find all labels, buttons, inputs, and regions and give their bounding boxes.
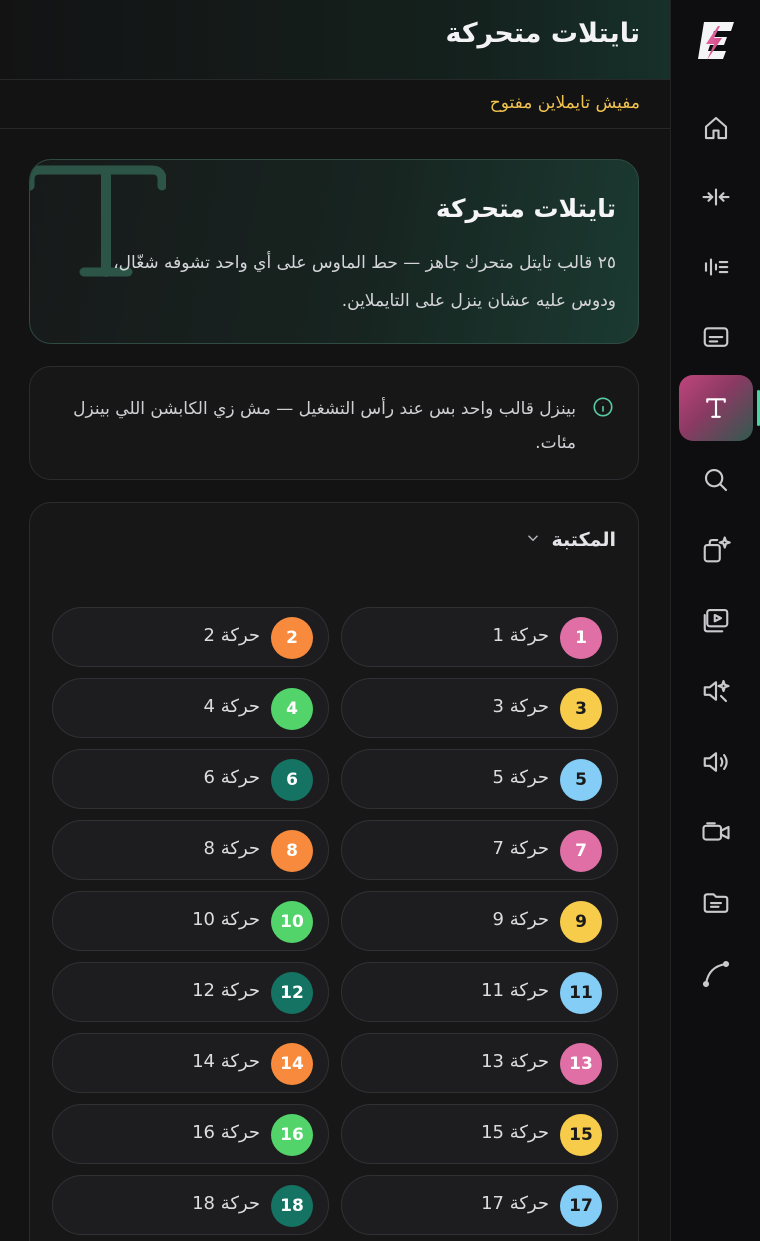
media-library-icon [703,608,729,633]
animation-item[interactable]: 18 حركة 18 [52,1175,329,1235]
animation-label: حركة 17 [481,1193,549,1214]
animation-item[interactable]: 15 حركة 15 [341,1104,618,1164]
library-section: المكتبة 1 حركة 1 2 حركة 2 3 حركة 3 4 حركة 4 5 حرك… [29,502,639,1241]
animation-number-badge: 14 [271,1043,313,1085]
page-title: تايتلات متحركة [445,18,640,49]
effects-button[interactable] [679,517,753,583]
app-logo [696,18,736,62]
chevron-down-icon [524,529,542,551]
header: تايتلات متحركة [0,0,670,80]
animation-item[interactable]: 14 حركة 14 [52,1033,329,1093]
animation-label: حركة 15 [481,1122,549,1143]
animation-number-badge: 10 [271,901,313,943]
animation-item[interactable]: 8 حركة 8 [52,820,329,880]
split-icon [702,188,730,206]
folder-icon [703,893,729,913]
library-toggle[interactable]: المكتبة [524,525,616,555]
animation-item[interactable]: 1 حركة 1 [341,607,618,667]
animation-item[interactable]: 4 حركة 4 [52,678,329,738]
animation-number-badge: 7 [560,830,602,872]
animation-label: حركة 5 [492,767,549,788]
hero-description: ٢٥ قالب تايتل متحرك جاهز — حط الماوس على… [113,253,616,311]
animation-item[interactable]: 12 حركة 12 [52,962,329,1022]
animation-number-badge: 13 [560,1043,602,1085]
animation-item[interactable]: 10 حركة 10 [52,891,329,951]
animation-number-badge: 4 [271,688,313,730]
animation-item[interactable]: 13 حركة 13 [341,1033,618,1093]
ai-voice-icon [703,679,730,703]
library-title: المكتبة [551,529,616,551]
hero-title: تايتلات متحركة [435,194,616,223]
timeline-status-text: مفيش تايملاين مفتوح [489,93,640,113]
animation-item[interactable]: 16 حركة 16 [52,1104,329,1164]
animation-label: حركة 11 [481,980,549,1001]
curve-button[interactable] [679,941,753,1007]
app: تايتلات متحركة مفيش تايملاين مفتوح تايتل… [0,0,760,1241]
home-button[interactable] [679,95,753,161]
captions-icon [703,327,729,347]
animation-number-badge: 8 [271,830,313,872]
animation-item[interactable]: 7 حركة 7 [341,820,618,880]
media-button[interactable] [679,587,753,653]
animation-number-badge: 1 [560,617,602,659]
animation-item[interactable]: 5 حركة 5 [341,749,618,809]
animation-number-badge: 17 [560,1185,602,1227]
camera-icon [702,822,730,841]
animation-number-badge: 3 [560,688,602,730]
animation-label: حركة 18 [192,1193,260,1214]
animation-number-badge: 16 [271,1114,313,1156]
animation-label: حركة 12 [192,980,260,1001]
home-icon [704,116,728,140]
animation-label: حركة 8 [203,838,260,859]
audio-waveform-button[interactable] [679,234,753,300]
ai-voice-button[interactable] [679,658,753,724]
animation-number-badge: 12 [271,972,313,1014]
volume-icon [703,752,728,772]
animation-label: حركة 6 [203,767,260,788]
animation-number-badge: 2 [271,617,313,659]
animation-label: حركة 16 [192,1122,260,1143]
animation-label: حركة 9 [492,909,549,930]
hero-card: تايتلات متحركة ٢٥ قالب تايتل متحرك جاهز … [29,159,639,344]
animation-label: حركة 3 [492,696,549,717]
animation-item[interactable]: 11 حركة 11 [341,962,618,1022]
animation-label: حركة 1 [492,625,549,646]
animation-number-badge: 18 [271,1185,313,1227]
info-note: بينزل قالب واحد بس عند رأس التشغيل — مش … [29,366,639,480]
tool-sidebar [670,0,760,1241]
animation-item[interactable]: 9 حركة 9 [341,891,618,951]
split-button[interactable] [679,164,753,230]
animation-label: حركة 7 [492,838,549,859]
animation-item[interactable]: 17 حركة 17 [341,1175,618,1235]
waveform-icon [704,258,729,276]
animation-number-badge: 11 [560,972,602,1014]
animation-label: حركة 2 [203,625,260,646]
animation-label: حركة 14 [192,1051,260,1072]
search-button[interactable] [679,447,753,513]
text-icon [706,398,726,418]
animation-label: حركة 4 [203,696,260,717]
animation-label: حركة 10 [192,909,260,930]
animation-item[interactable]: 2 حركة 2 [52,607,329,667]
animation-item[interactable]: 6 حركة 6 [52,749,329,809]
files-button[interactable] [679,870,753,936]
audio-button[interactable] [679,729,753,795]
animation-number-badge: 5 [560,759,602,801]
info-icon [592,396,614,418]
animation-item[interactable]: 3 حركة 3 [341,678,618,738]
search-icon [704,468,728,492]
bezier-curve-icon [702,960,730,988]
main-panel: تايتلات متحركة مفيش تايملاين مفتوح تايتل… [0,0,670,1241]
captions-button[interactable] [679,304,753,370]
animation-number-badge: 9 [560,901,602,943]
sparkle-layers-icon [703,536,731,563]
camera-button[interactable] [679,799,753,865]
animation-number-badge: 15 [560,1114,602,1156]
info-text: بينزل قالب واحد بس عند رأس التشغيل — مش … [73,399,576,453]
animation-label: حركة 13 [481,1051,549,1072]
timeline-status-bar: مفيش تايملاين مفتوح [0,81,670,129]
text-titles-button[interactable] [679,375,753,441]
animation-number-badge: 6 [271,759,313,801]
